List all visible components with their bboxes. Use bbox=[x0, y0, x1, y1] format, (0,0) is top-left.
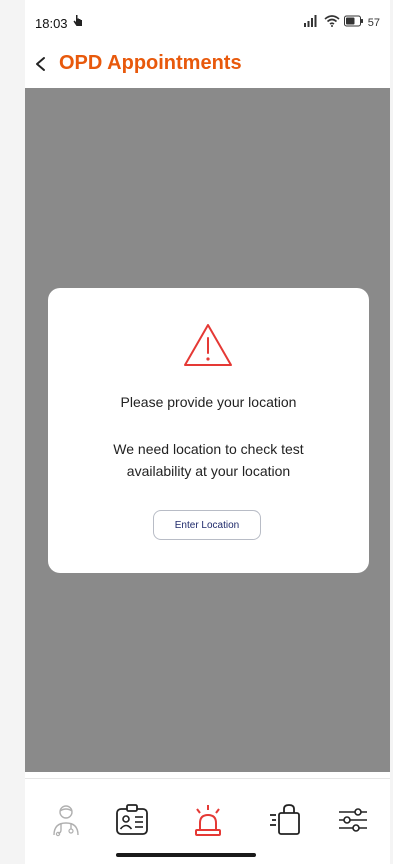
battery-icon bbox=[343, 14, 364, 32]
touch-hand-icon bbox=[72, 14, 84, 33]
status-bar: 18:03 57 bbox=[25, 0, 390, 44]
bottom-nav-divider bbox=[25, 778, 390, 779]
modal-title: Please provide your location bbox=[120, 394, 297, 410]
nav-item-doctor[interactable] bbox=[46, 798, 86, 842]
home-indicator[interactable] bbox=[116, 853, 256, 857]
status-icons: 57 bbox=[303, 14, 380, 32]
phone-frame: 18:03 57 OPD Appointments Please provide… bbox=[25, 0, 390, 864]
status-time: 18:03 bbox=[35, 16, 68, 31]
wifi-icon bbox=[324, 14, 340, 32]
signal-icon bbox=[303, 14, 320, 32]
app-screen: 18:03 57 OPD Appointments Please provide… bbox=[0, 0, 393, 864]
enter-location-button[interactable]: Enter Location bbox=[153, 510, 261, 540]
battery-percent: 57 bbox=[367, 17, 380, 29]
location-modal: Please provide your location We need loc… bbox=[48, 288, 369, 573]
app-header: OPD Appointments bbox=[25, 44, 390, 84]
modal-message: We need location to check test availabil… bbox=[113, 441, 304, 479]
id-card-icon bbox=[116, 804, 148, 835]
bottom-nav bbox=[25, 798, 390, 842]
back-arrow-icon bbox=[36, 57, 45, 71]
doctor-icon bbox=[53, 805, 79, 837]
nav-item-shop[interactable] bbox=[265, 798, 305, 842]
nav-item-id-card[interactable] bbox=[112, 798, 152, 842]
warning-icon bbox=[182, 322, 234, 373]
nav-item-settings[interactable] bbox=[333, 798, 373, 842]
siren-icon bbox=[195, 805, 221, 836]
nav-item-emergency[interactable] bbox=[188, 798, 228, 842]
back-button[interactable] bbox=[29, 52, 53, 76]
shopping-bag-icon bbox=[270, 804, 300, 835]
sliders-icon bbox=[339, 808, 367, 832]
page-title: OPD Appointments bbox=[59, 52, 242, 74]
